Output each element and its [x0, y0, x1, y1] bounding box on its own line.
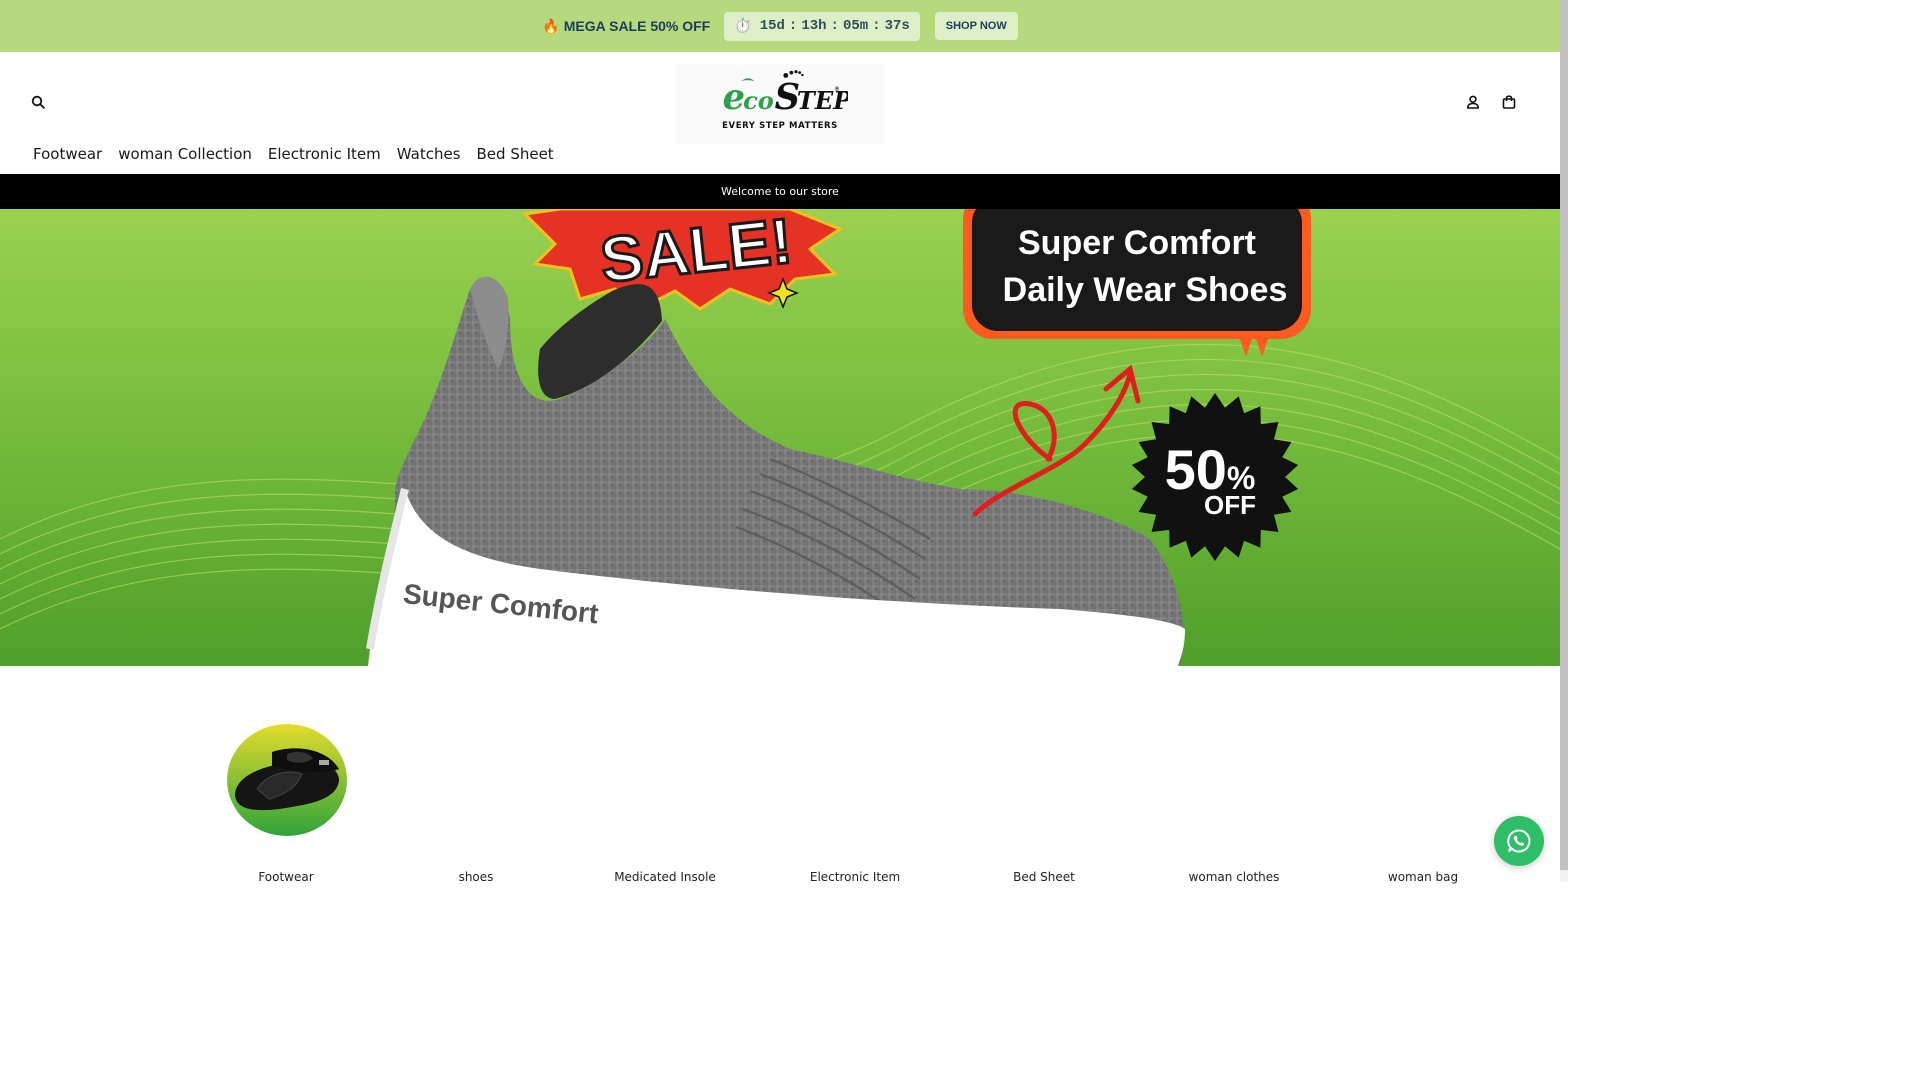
countdown-separator: :: [872, 18, 881, 34]
store-logo[interactable]: e co S TEP ® EVERY STEP MATTERS: [676, 64, 884, 144]
category-woman-clothes[interactable]: woman clothes: [1139, 666, 1329, 884]
category-shoes[interactable]: shoes: [381, 666, 571, 884]
site-header: e co S TEP ® EVERY STEP MATTERS Footwear…: [0, 52, 1560, 174]
promo-text: MEGA SALE 50% OFF: [563, 18, 711, 34]
svg-text:co: co: [743, 86, 774, 115]
flame-icon: 🔥: [542, 17, 560, 34]
category-label: Electronic Item: [809, 870, 901, 884]
svg-text:OFF: OFF: [1204, 490, 1256, 520]
category-label: Bed Sheet: [1013, 870, 1075, 884]
svg-text:®: ®: [834, 86, 840, 92]
countdown-seconds: 37s: [884, 18, 910, 34]
countdown-separator: :: [788, 18, 798, 34]
whatsapp-icon: [1507, 829, 1531, 853]
search-button[interactable]: [26, 90, 50, 114]
stopwatch-icon: ⏱️: [734, 18, 752, 35]
account-icon: [1467, 95, 1479, 109]
countdown-days: 15d: [759, 18, 785, 34]
svg-text:e: e: [723, 77, 745, 118]
headline-box: Super Comfort Daily Wear Shoes: [963, 209, 1311, 357]
nav-electronic-item[interactable]: Electronic Item: [268, 145, 381, 163]
category-image-footwear: [227, 724, 347, 836]
category-label: woman bag: [1387, 870, 1459, 884]
category-label: shoes: [458, 870, 494, 884]
countdown-minutes: 05m: [842, 18, 869, 34]
shopping-bag-icon: [1502, 95, 1516, 109]
countdown-timer: ⏱️ 15d : 13h : 05m : 37s: [724, 11, 920, 41]
category-carousel: Footwear shoes Medicated Insole Electron…: [0, 666, 1560, 884]
nav-watches[interactable]: Watches: [397, 145, 461, 163]
main-navigation: Footwear woman Collection Electronic Ite…: [33, 145, 570, 163]
category-woman-bag[interactable]: woman bag: [1328, 666, 1518, 884]
category-medicated-insole[interactable]: Medicated Insole: [570, 666, 760, 884]
promo-message: 🔥 MEGA SALE 50% OFF: [542, 18, 710, 35]
countdown-separator: :: [830, 18, 839, 34]
announcement-bar: 🔥 MEGA SALE 50% OFF ⏱️ 15d : 13h : 05m :…: [0, 0, 1560, 52]
category-label: Medicated Insole: [614, 870, 716, 884]
whatsapp-chat-button[interactable]: [1494, 816, 1544, 866]
nav-bed-sheet[interactable]: Bed Sheet: [477, 145, 554, 163]
svg-text:Daily Wear Shoes: Daily Wear Shoes: [1003, 271, 1288, 309]
welcome-bar: Welcome to our store: [0, 174, 1560, 209]
hero-banner[interactable]: SALE! Super Comfort Super Comfort Daily …: [0, 209, 1560, 666]
welcome-text: Welcome to our store: [721, 185, 839, 198]
nav-woman-collection[interactable]: woman Collection: [118, 145, 252, 163]
category-electronic-item[interactable]: Electronic Item: [760, 666, 950, 884]
cart-button[interactable]: [1497, 90, 1521, 114]
svg-text:Super Comfort: Super Comfort: [1018, 224, 1256, 262]
svg-text:TEP: TEP: [797, 86, 848, 115]
category-label: Footwear: [258, 870, 314, 884]
logo-wordmark: e co S TEP ®: [723, 70, 848, 118]
hero-image: SALE! Super Comfort Super Comfort Daily …: [0, 209, 1560, 666]
logo-tagline: EVERY STEP MATTERS: [722, 121, 838, 131]
countdown-hours: 13h: [801, 18, 827, 34]
nav-footwear[interactable]: Footwear: [33, 145, 102, 163]
category-label: woman clothes: [1188, 870, 1280, 884]
shop-now-button[interactable]: SHOP NOW: [934, 12, 1018, 40]
category-footwear[interactable]: Footwear: [191, 666, 381, 884]
category-bed-sheet[interactable]: Bed Sheet: [949, 666, 1139, 884]
search-icon: [31, 95, 45, 109]
scrollbar-thumb[interactable]: [1560, 0, 1568, 870]
account-button[interactable]: [1461, 90, 1485, 114]
